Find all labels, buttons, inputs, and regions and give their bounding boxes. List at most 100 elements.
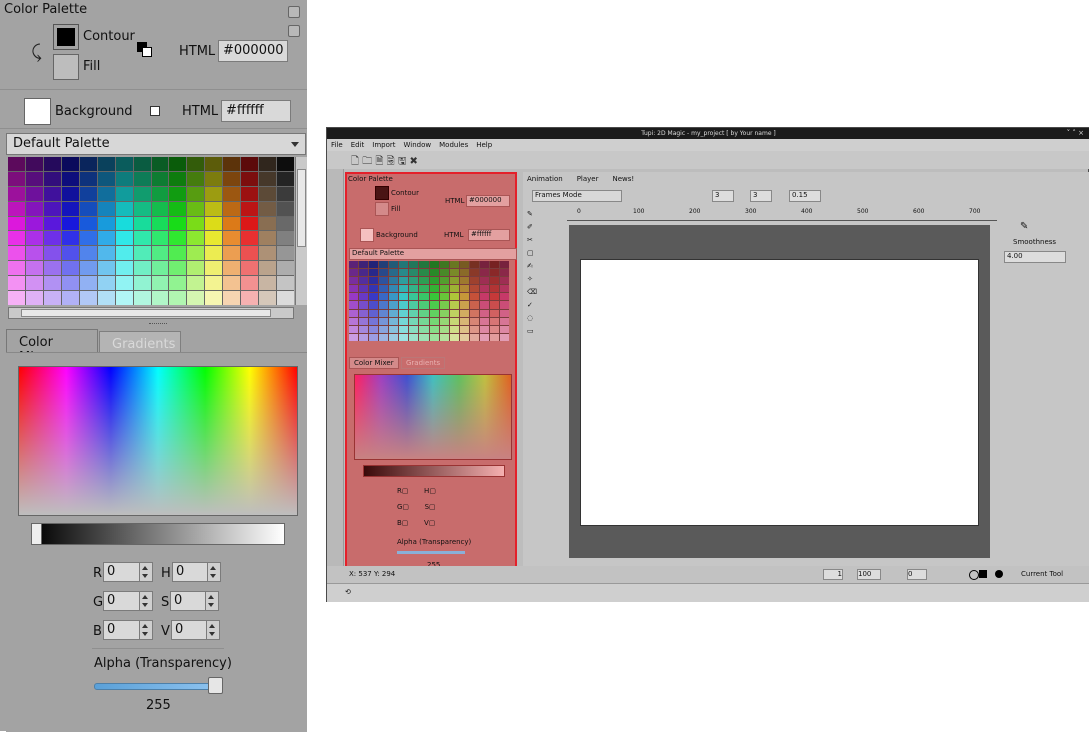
mini-palette-swatch[interactable] <box>489 333 499 341</box>
palette-swatch[interactable] <box>79 171 97 186</box>
tab-color-mixer[interactable]: Color Mixer <box>6 329 98 365</box>
palette-swatch[interactable] <box>151 201 169 216</box>
tab-player[interactable]: Player <box>577 175 599 183</box>
mini-palette-swatch[interactable] <box>379 301 389 309</box>
mini-palette-swatch[interactable] <box>439 333 449 341</box>
palette-swatch[interactable] <box>43 157 61 171</box>
mini-alpha-slider[interactable] <box>397 551 465 554</box>
mini-palette-swatch[interactable] <box>479 309 489 317</box>
dot-icon[interactable] <box>995 570 1003 578</box>
palette-swatch[interactable] <box>187 231 205 246</box>
mini-palette-swatch[interactable] <box>419 293 429 301</box>
mini-palette-swatch[interactable] <box>369 309 379 317</box>
spin-a[interactable]: 3 <box>712 190 734 202</box>
mini-palette-swatch[interactable] <box>419 333 429 341</box>
s-spinbox[interactable]: 0 <box>170 591 219 611</box>
b-spinbox[interactable]: 0 <box>103 620 153 640</box>
mini-palette-swatch[interactable] <box>429 269 439 277</box>
workspace-tabs[interactable]: Animation Player News! <box>527 175 648 183</box>
mini-palette-swatch[interactable] <box>449 277 459 285</box>
circle-icon[interactable] <box>969 570 979 580</box>
mini-palette-swatch[interactable] <box>479 317 489 325</box>
palette-swatch[interactable] <box>205 261 223 276</box>
mini-palette-swatch[interactable] <box>369 277 379 285</box>
alpha-slider-handle[interactable] <box>208 677 223 694</box>
mini-palette-swatch[interactable] <box>429 277 439 285</box>
mini-palette-swatch[interactable] <box>409 333 419 341</box>
mini-palette-swatch[interactable] <box>379 309 389 317</box>
mini-palette-swatch[interactable] <box>469 277 479 285</box>
mini-palette-swatch[interactable] <box>499 293 509 301</box>
palette-swatch[interactable] <box>115 246 133 261</box>
mini-palette-swatch[interactable] <box>489 277 499 285</box>
palette-swatch[interactable] <box>133 246 151 261</box>
mini-palette-swatch[interactable] <box>379 333 389 341</box>
palette-swatch[interactable] <box>205 171 223 186</box>
mini-palette-swatch[interactable] <box>439 317 449 325</box>
palette-swatch[interactable] <box>61 186 79 201</box>
swap-colors-icon[interactable]: ⤹ <box>31 42 42 63</box>
mini-palette-swatch[interactable] <box>479 261 489 269</box>
palette-swatch[interactable] <box>187 157 205 171</box>
mini-palette-swatch[interactable] <box>449 261 459 269</box>
palette-swatch[interactable] <box>151 246 169 261</box>
rotation-input[interactable]: 0 <box>907 569 927 580</box>
palette-swatch[interactable] <box>223 201 241 216</box>
palette-swatch[interactable] <box>79 216 97 231</box>
palette-swatch[interactable] <box>97 261 115 276</box>
v-spinbox[interactable]: 0 <box>171 620 220 640</box>
palette-swatch[interactable] <box>277 261 294 276</box>
palette-swatch[interactable] <box>259 261 277 276</box>
mini-palette-swatch[interactable] <box>459 261 469 269</box>
mini-palette-swatch[interactable] <box>459 317 469 325</box>
mini-palette-swatch[interactable] <box>419 277 429 285</box>
mini-palette-swatch[interactable] <box>369 261 379 269</box>
mini-palette-swatch[interactable] <box>369 317 379 325</box>
float-icon[interactable] <box>288 6 300 18</box>
mini-palette-swatch[interactable] <box>419 309 429 317</box>
palette-swatch[interactable] <box>43 276 61 291</box>
spin-b[interactable]: 3 <box>750 190 772 202</box>
palette-swatch[interactable] <box>223 157 241 171</box>
mini-palette-swatch[interactable] <box>359 261 369 269</box>
palette-swatch[interactable] <box>97 186 115 201</box>
palette-swatch[interactable] <box>133 276 151 291</box>
palette-swatch[interactable] <box>97 231 115 246</box>
palette-swatch[interactable] <box>277 216 294 231</box>
palette-swatch[interactable] <box>241 291 259 305</box>
mini-palette-swatch[interactable] <box>449 293 459 301</box>
palette-swatch[interactable] <box>61 157 79 171</box>
mini-palette-swatch[interactable] <box>379 317 389 325</box>
mini-palette-swatch[interactable] <box>429 301 439 309</box>
palette-swatch[interactable] <box>205 201 223 216</box>
palette-swatch[interactable] <box>187 171 205 186</box>
palette-swatch[interactable] <box>25 246 43 261</box>
palette-swatch[interactable] <box>241 201 259 216</box>
mini-palette-swatch[interactable] <box>369 325 379 333</box>
palette-swatch[interactable] <box>169 291 187 305</box>
palette-swatch[interactable] <box>61 276 79 291</box>
frame-input[interactable]: 1 <box>823 569 843 580</box>
mini-palette-swatch[interactable] <box>379 269 389 277</box>
mini-palette-swatch[interactable] <box>369 333 379 341</box>
mini-palette-swatch[interactable] <box>389 293 399 301</box>
mini-palette-swatch[interactable] <box>399 325 409 333</box>
mini-palette-swatch[interactable] <box>459 269 469 277</box>
mini-palette-swatch[interactable] <box>449 269 459 277</box>
palette-swatch[interactable] <box>8 216 25 231</box>
palette-swatch[interactable] <box>223 246 241 261</box>
palette-swatch[interactable] <box>115 201 133 216</box>
mini-palette-swatch[interactable] <box>439 269 449 277</box>
mini-tab-gradients[interactable]: Gradients <box>401 357 446 369</box>
palette-swatch[interactable] <box>259 157 277 171</box>
palette-swatch[interactable] <box>115 157 133 171</box>
mini-palette-swatch[interactable] <box>489 261 499 269</box>
mini-palette-swatch[interactable] <box>459 293 469 301</box>
palette-swatch[interactable] <box>151 171 169 186</box>
palette-swatch[interactable] <box>25 261 43 276</box>
mini-palette-swatch[interactable] <box>369 285 379 293</box>
palette-swatch[interactable] <box>169 231 187 246</box>
mini-palette-swatch[interactable] <box>349 277 359 285</box>
mini-palette-swatch[interactable] <box>489 269 499 277</box>
palette-swatch[interactable] <box>43 231 61 246</box>
